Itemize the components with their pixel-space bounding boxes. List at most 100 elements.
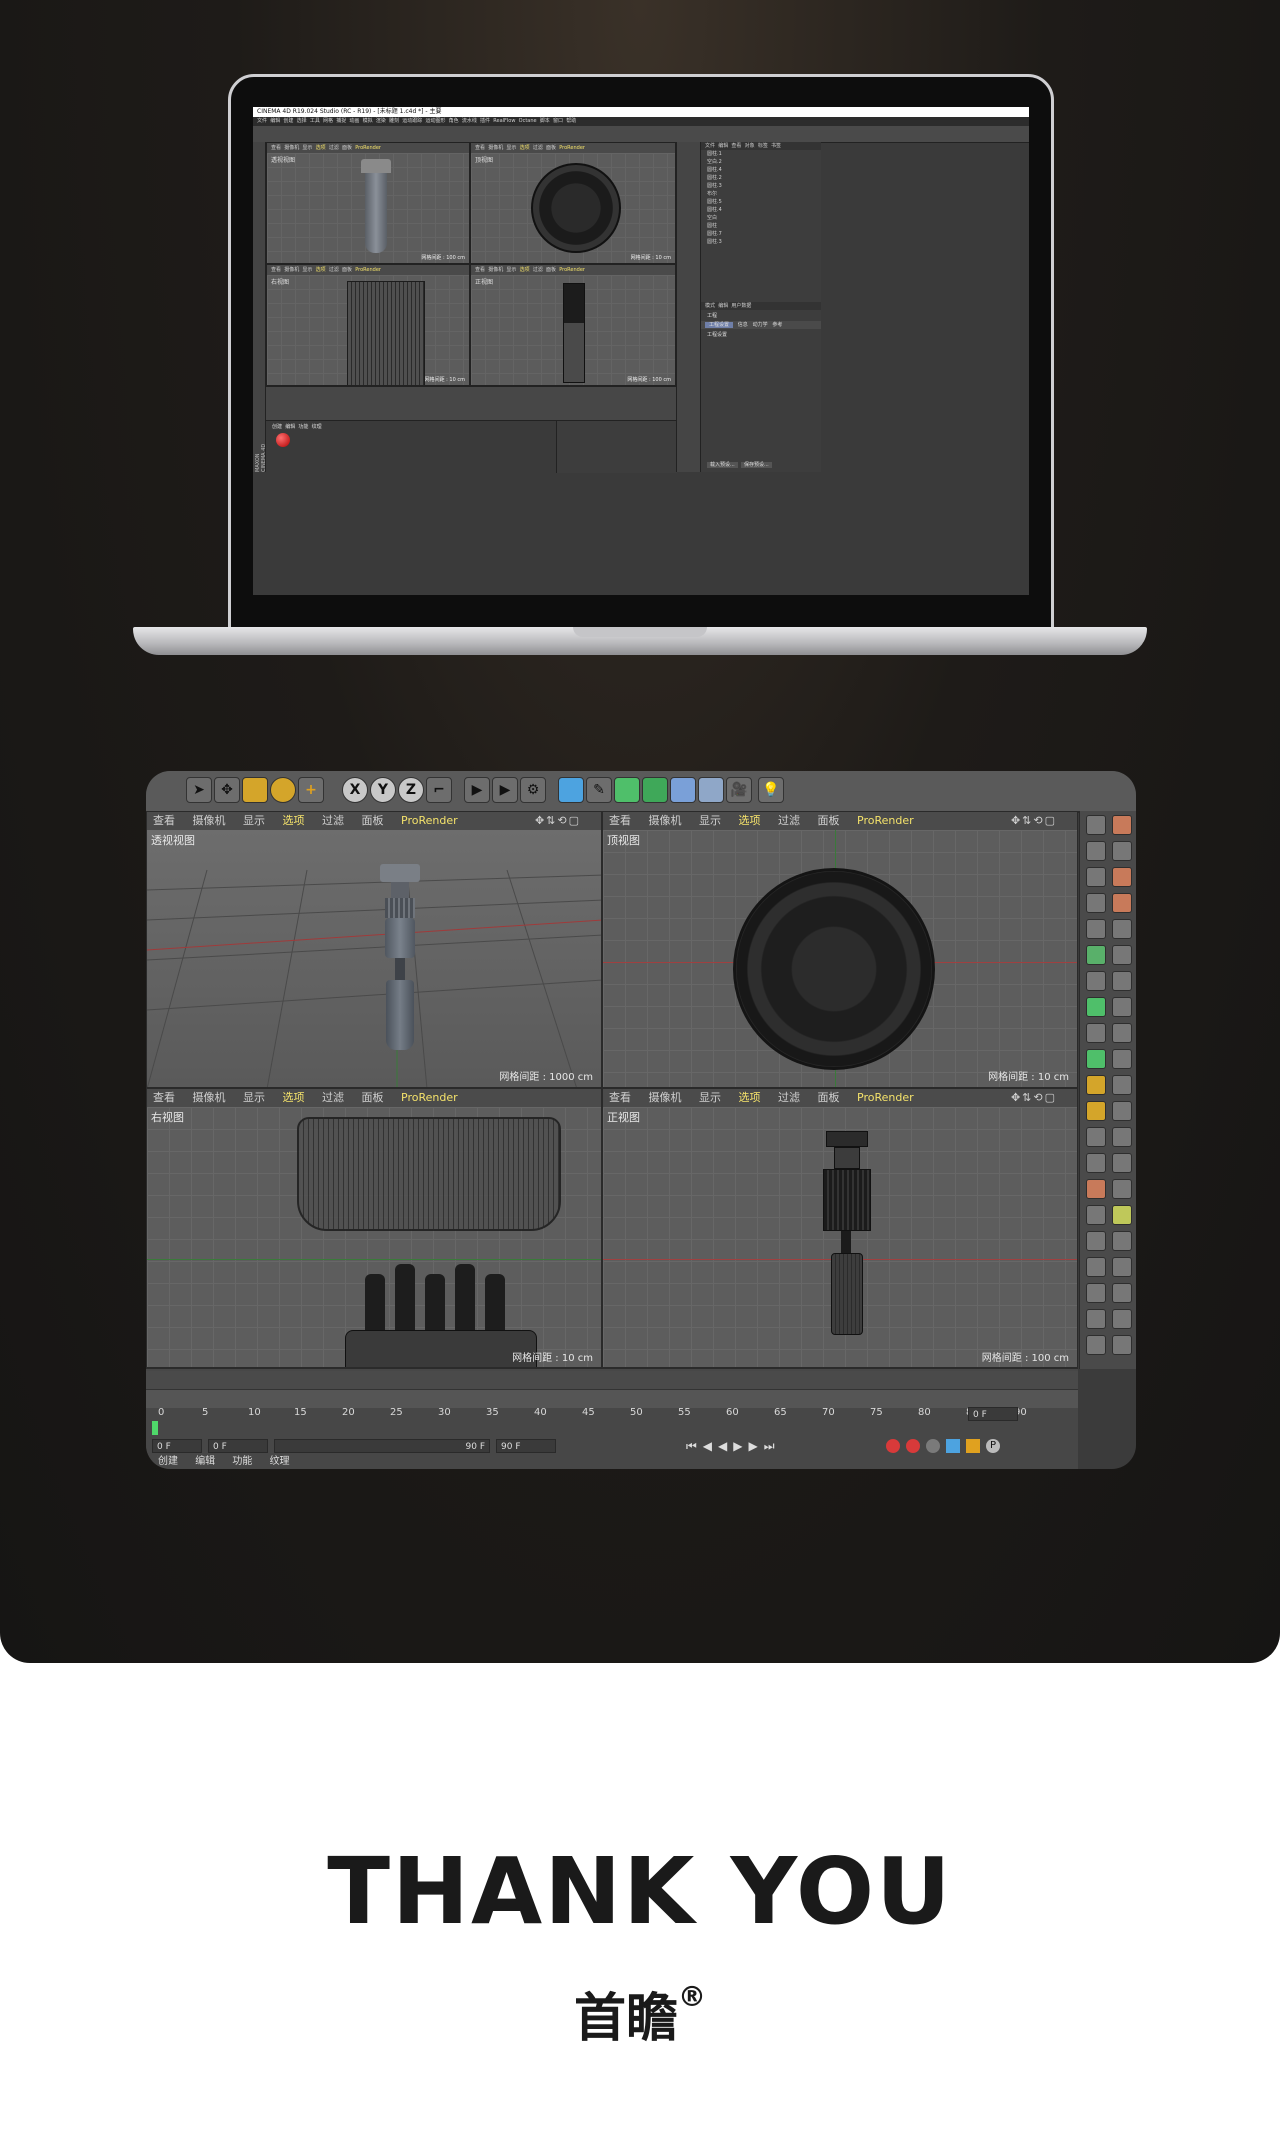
coordinate-system-icon[interactable]: ⌐ [426, 777, 452, 803]
vp-menu-item[interactable]: 选项 [316, 267, 326, 273]
object-row[interactable]: 圆柱.3 [701, 182, 821, 190]
bottom-tab-function[interactable]: 功能 [232, 1456, 252, 1467]
vp-renderer[interactable]: ProRender [401, 1091, 458, 1104]
om-tab[interactable]: 文件 [705, 143, 715, 149]
viewport-top[interactable]: 查看 摄像机 显示 选项 过滤 面板 ProRender ✥⇅⟲▢ 顶视图 网格… [602, 811, 1078, 1088]
object-row[interactable]: 空白 [701, 214, 821, 222]
vp-menu-item[interactable]: 摄像机 [488, 267, 503, 273]
menu-item[interactable]: 运动图形 [425, 118, 445, 124]
om-tab[interactable]: 查看 [731, 143, 741, 149]
bottom-tab[interactable]: 编辑 [285, 424, 295, 430]
menu-item[interactable]: 捕捉 [336, 118, 346, 124]
viewport-nav-icons[interactable]: ✥⇅⟲▢ [535, 812, 581, 830]
attr-tab[interactable]: 编辑 [718, 303, 728, 309]
vp-menu-camera[interactable]: 摄像机 [193, 1091, 226, 1104]
viewport-top[interactable]: 查看 摄像机 显示 选项 过滤 面板 ProRender 顶视图 网格间距 : … [470, 142, 676, 264]
vp-menu-display[interactable]: 显示 [699, 1091, 721, 1104]
tool-icon[interactable] [1112, 919, 1132, 939]
viewport-right[interactable]: 查看 摄像机 显示 选项 过滤 面板 ProRender 右视图 网格间距 : … [266, 264, 470, 386]
current-frame-field[interactable]: 0 F [152, 1439, 202, 1453]
cloner-icon[interactable] [642, 777, 668, 803]
vp-renderer[interactable]: ProRender [857, 814, 914, 827]
object-row[interactable]: 圆柱.4 [701, 206, 821, 214]
bottom-tab[interactable]: 创建 [272, 424, 282, 430]
attr-tab[interactable]: 模式 [705, 303, 715, 309]
om-tab[interactable]: 编辑 [718, 143, 728, 149]
tool-icon[interactable] [1112, 867, 1132, 887]
menu-item[interactable]: 插件 [480, 118, 490, 124]
vp-menu-camera[interactable]: 摄像机 [649, 1091, 682, 1104]
vp-renderer[interactable]: ProRender [857, 1091, 914, 1104]
vp-renderer-label[interactable]: ProRender [559, 267, 585, 273]
vp-menu-item[interactable]: 过滤 [329, 267, 339, 273]
bottom-tab-create[interactable]: 创建 [158, 1456, 178, 1467]
bottom-tab-texture[interactable]: 纹理 [270, 1456, 290, 1467]
timeline-ruler[interactable]: 0 5 10 15 20 25 30 35 40 45 50 55 60 65 … [146, 1407, 1078, 1421]
tool-icon[interactable] [1112, 1335, 1132, 1355]
vp-menu-view[interactable]: 查看 [153, 1091, 175, 1104]
vp-menu-item[interactable]: 过滤 [329, 145, 339, 151]
viewport-nav-icons[interactable]: ✥⇅⟲▢ [1011, 1089, 1057, 1107]
tool-icon[interactable] [1086, 1153, 1106, 1173]
rotate-icon[interactable] [270, 777, 296, 803]
menu-item[interactable]: 运动跟踪 [402, 118, 422, 124]
select-arrow-icon[interactable]: ➤ [186, 777, 212, 803]
vp-menu-item[interactable]: 显示 [302, 145, 312, 151]
tool-icon[interactable] [1086, 1231, 1106, 1251]
vp-menu-item[interactable]: 选项 [316, 145, 326, 151]
add-icon[interactable]: + [298, 777, 324, 803]
load-preset-button[interactable]: 载入预设... [707, 462, 738, 468]
param-key-icon[interactable]: P [986, 1439, 1000, 1453]
subdivision-icon[interactable] [614, 777, 640, 803]
vp-menu-item[interactable]: 显示 [302, 267, 312, 273]
tool-icon[interactable] [1112, 841, 1132, 861]
object-row[interactable]: 圆柱 [701, 222, 821, 230]
vp-menu-item[interactable]: 面板 [342, 267, 352, 273]
autokey-icon[interactable] [906, 1439, 920, 1453]
vp-menu-display[interactable]: 显示 [243, 1091, 265, 1104]
vp-menu-options[interactable]: 选项 [739, 1091, 761, 1104]
render-picture-icon[interactable]: ▶ [492, 777, 518, 803]
tool-icon[interactable] [1086, 1335, 1106, 1355]
vp-menu-item[interactable]: 摄像机 [284, 267, 299, 273]
tool-icon[interactable] [1086, 1257, 1106, 1277]
tool-icon[interactable] [1112, 1283, 1132, 1303]
vp-renderer-label[interactable]: ProRender [355, 145, 381, 151]
attr-subtab[interactable]: 信息 [738, 322, 748, 328]
move-key-icon[interactable] [946, 1439, 960, 1453]
menu-item[interactable]: 网格 [323, 118, 333, 124]
viewport-right[interactable]: 查看 摄像机 显示 选项 过滤 面板 ProRender 右视图 网格间距 : … [146, 1088, 602, 1369]
vp-menu-filter[interactable]: 过滤 [322, 814, 344, 827]
om-tab[interactable]: 对象 [745, 143, 755, 149]
deformer-icon[interactable] [670, 777, 696, 803]
vp-menu-item[interactable]: 摄像机 [284, 145, 299, 151]
scale-icon[interactable] [242, 777, 268, 803]
menu-item[interactable]: 选择 [297, 118, 307, 124]
tool-icon[interactable] [1112, 997, 1132, 1017]
key-icon[interactable] [926, 1439, 940, 1453]
end-frame-field[interactable]: 90 F [496, 1439, 556, 1453]
tool-icon[interactable] [1086, 893, 1106, 913]
tool-icon[interactable] [1112, 1127, 1132, 1147]
viewport-front[interactable]: 查看 摄像机 显示 选项 过滤 面板 ProRender ✥⇅⟲▢ 正视图 网格… [602, 1088, 1078, 1369]
bottom-tab[interactable]: 纹理 [312, 424, 322, 430]
vp-menu-item[interactable]: 选项 [520, 267, 530, 273]
vp-menu-item[interactable]: 面板 [342, 145, 352, 151]
vp-menu-filter[interactable]: 过滤 [778, 814, 800, 827]
object-row[interactable]: 圆柱.3 [701, 238, 821, 246]
object-row[interactable]: 圆柱.1 [701, 150, 821, 158]
tool-icon[interactable] [1112, 1257, 1132, 1277]
vp-menu-item[interactable]: 显示 [506, 145, 516, 151]
bottom-tab[interactable]: 功能 [298, 424, 308, 430]
attr-subtab[interactable]: 工程设置 [705, 322, 734, 328]
light-icon[interactable]: 💡 [758, 777, 784, 803]
menu-item[interactable]: 雕刻 [389, 118, 399, 124]
cube-icon[interactable] [558, 777, 584, 803]
object-row[interactable]: 圆柱.2 [701, 174, 821, 182]
menu-item[interactable]: 帮助 [566, 118, 576, 124]
tool-icon[interactable] [1086, 1049, 1106, 1069]
floor-icon[interactable] [698, 777, 724, 803]
vp-menu-options[interactable]: 选项 [283, 1091, 305, 1104]
vp-menu-item[interactable]: 面板 [546, 145, 556, 151]
menu-item[interactable]: 工具 [310, 118, 320, 124]
